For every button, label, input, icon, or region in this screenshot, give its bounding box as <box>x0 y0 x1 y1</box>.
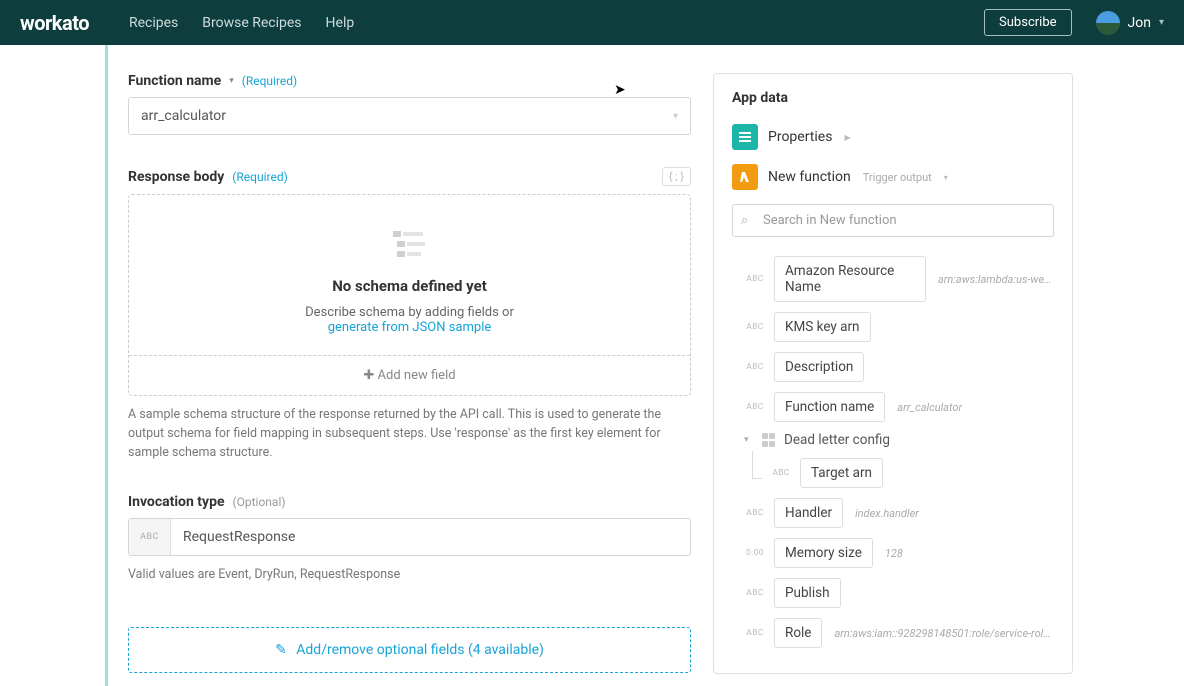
field-memory-value: 128 <box>885 547 903 560</box>
app-header: workato Recipes Browse Recipes Help Subs… <box>0 0 1184 45</box>
type-badge: ABC <box>129 519 171 555</box>
subscribe-button[interactable]: Subscribe <box>984 9 1071 36</box>
type-badge: ABC <box>744 362 766 372</box>
invocation-help: Valid values are Event, DryRun, RequestR… <box>128 566 691 585</box>
type-badge: ABC <box>770 468 792 478</box>
field-kms[interactable]: KMS key arn <box>774 312 871 342</box>
type-badge: ABC <box>744 322 766 332</box>
chevron-down-icon: ▾ <box>1159 17 1164 28</box>
type-badge: ABC <box>744 274 766 284</box>
generate-json-link[interactable]: generate from JSON sample <box>328 320 492 335</box>
logo[interactable]: workato <box>20 11 89 35</box>
invocation-type-label: Invocation type <box>128 494 225 510</box>
invocation-type-input[interactable]: ABC RequestResponse <box>128 518 691 556</box>
app-data-panel: App data Properties ▶ New function Trigg… <box>713 73 1073 674</box>
field-publish[interactable]: Publish <box>774 578 841 608</box>
chevron-down-icon: ▾ <box>944 173 948 182</box>
nav-help[interactable]: Help <box>326 15 355 31</box>
field-arn-value: arn:aws:lambda:us-west-2:9 <box>938 273 1054 286</box>
field-target-arn[interactable]: Target arn <box>800 458 883 488</box>
response-body-label: Response body <box>128 169 224 185</box>
field-role-value: arn:aws:iam::928298148501:role/service-r… <box>834 627 1054 640</box>
properties-label: Properties <box>768 129 832 145</box>
type-badge: ABC <box>744 402 766 412</box>
user-name: Jon <box>1128 15 1151 31</box>
top-nav: Recipes Browse Recipes Help <box>129 15 354 31</box>
collapse-icon[interactable]: ▾ <box>744 435 754 445</box>
required-tag: (Required) <box>242 74 297 88</box>
object-icon <box>762 433 776 447</box>
type-badge: 0.00 <box>744 548 766 558</box>
optional-fields-button[interactable]: ✎ Add/remove optional fields (4 availabl… <box>128 627 691 673</box>
search-icon: ⌕ <box>741 213 748 228</box>
field-function-name[interactable]: Function name <box>774 392 885 422</box>
chevron-down-icon: ▾ <box>673 111 678 122</box>
new-function-row[interactable]: New function Trigger output ▾ <box>732 164 1054 190</box>
type-badge: ABC <box>744 628 766 638</box>
pencil-icon: ✎ <box>275 642 287 658</box>
plus-icon: ✚ <box>363 368 374 383</box>
json-toggle[interactable]: { ; } <box>662 167 691 186</box>
properties-icon <box>732 124 758 150</box>
chevron-right-icon: ▶ <box>844 133 850 142</box>
field-arn[interactable]: Amazon Resource Name <box>774 256 926 302</box>
user-menu[interactable]: Jon ▾ <box>1096 11 1164 35</box>
type-badge: ABC <box>744 508 766 518</box>
field-handler-value: index.handler <box>855 507 919 520</box>
search-input[interactable] <box>732 204 1054 237</box>
schema-empty-desc: Describe schema by adding fields or gene… <box>149 305 670 335</box>
dead-letter-config[interactable]: Dead letter config <box>784 432 890 448</box>
required-tag: (Required) <box>232 170 287 184</box>
field-description[interactable]: Description <box>774 352 864 382</box>
function-name-label: Function name <box>128 73 221 89</box>
new-function-label: New function <box>768 169 851 185</box>
schema-icon <box>393 231 427 261</box>
function-name-select[interactable]: arr_calculator ▾ <box>128 97 691 135</box>
field-handler[interactable]: Handler <box>774 498 843 528</box>
schema-empty-title: No schema defined yet <box>149 277 670 295</box>
chevron-down-icon[interactable]: ▾ <box>229 76 234 86</box>
type-badge: ABC <box>744 588 766 598</box>
avatar <box>1096 11 1120 35</box>
response-body-help: A sample schema structure of the respons… <box>128 406 691 462</box>
field-memory-size[interactable]: Memory size <box>774 538 873 568</box>
properties-row[interactable]: Properties ▶ <box>732 124 1054 150</box>
left-sidebar <box>0 45 108 686</box>
function-name-value: arr_calculator <box>141 108 226 124</box>
optional-tag: (Optional) <box>233 495 286 509</box>
nav-browse[interactable]: Browse Recipes <box>202 15 301 31</box>
trigger-output-label: Trigger output <box>863 171 932 184</box>
lambda-icon <box>732 164 758 190</box>
field-role[interactable]: Role <box>774 618 822 648</box>
invocation-value: RequestResponse <box>171 519 690 555</box>
app-data-title: App data <box>732 90 1054 106</box>
schema-container: No schema defined yet Describe schema by… <box>128 194 691 396</box>
field-function-name-value: arr_calculator <box>897 401 962 414</box>
nav-recipes[interactable]: Recipes <box>129 15 178 31</box>
add-field-button[interactable]: ✚ Add new field <box>129 355 690 395</box>
